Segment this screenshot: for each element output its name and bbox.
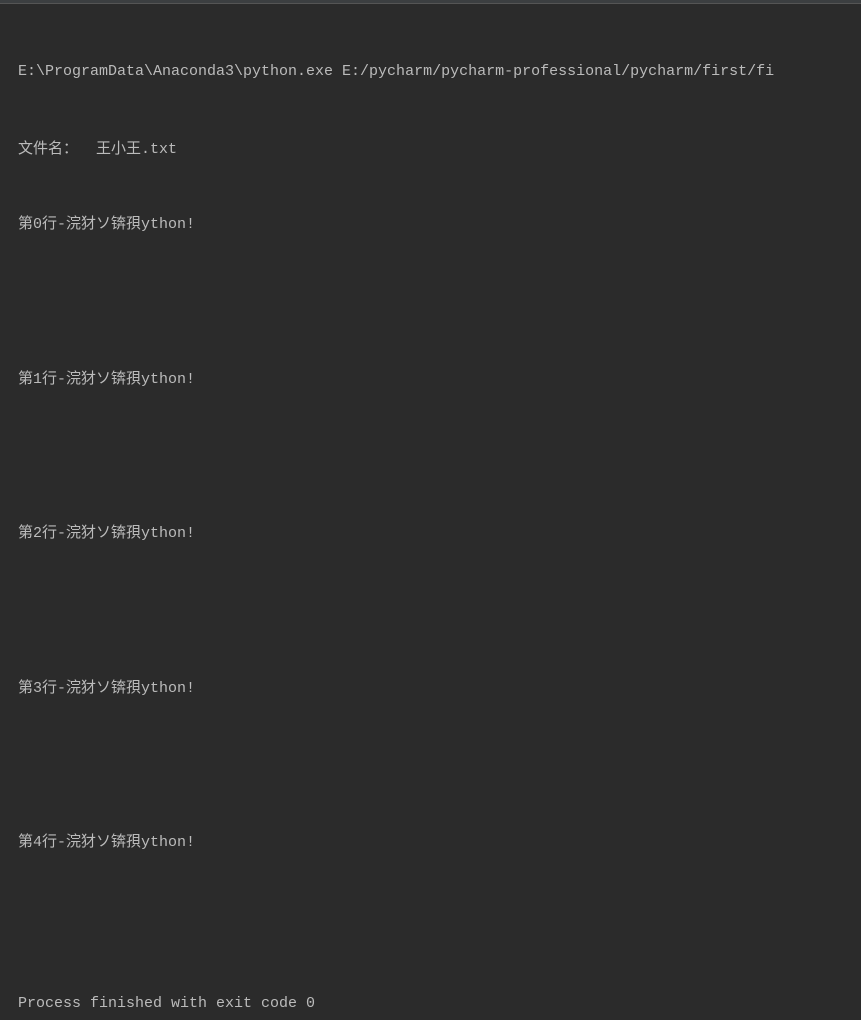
exit-code-line: Process finished with exit code 0 (18, 993, 843, 1016)
blank-row (18, 593, 843, 633)
blank-row (18, 747, 843, 787)
blank-row (18, 902, 843, 942)
blank-row (18, 438, 843, 478)
output-line-2: 第2行-浣犲ソ锛孭ython! (18, 523, 843, 546)
blank-row (18, 284, 843, 324)
filename-line: 文件名： 王小王.txt (18, 139, 843, 162)
output-line-4: 第4行-浣犲ソ锛孭ython! (18, 832, 843, 855)
console-output-panel: E:\ProgramData\Anaconda3\python.exe E:/p… (0, 4, 861, 1020)
output-line-1: 第1行-浣犲ソ锛孭ython! (18, 369, 843, 392)
output-line-0: 第0行-浣犲ソ锛孭ython! (18, 214, 843, 237)
output-line-3: 第3行-浣犲ソ锛孭ython! (18, 678, 843, 701)
command-line: E:\ProgramData\Anaconda3\python.exe E:/p… (18, 61, 843, 84)
